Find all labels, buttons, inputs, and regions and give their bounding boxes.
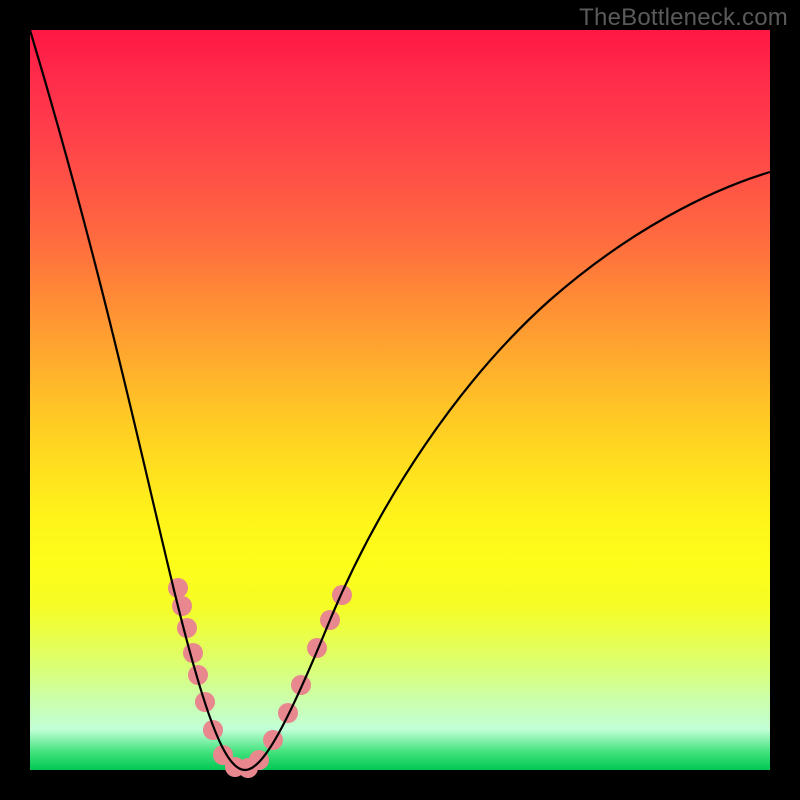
data-marker <box>307 638 327 658</box>
chart-frame: TheBottleneck.com <box>0 0 800 800</box>
bottleneck-curve <box>30 30 770 770</box>
data-marker <box>291 675 311 695</box>
chart-svg <box>30 30 770 770</box>
plot-area <box>30 30 770 770</box>
marker-layer <box>168 578 352 778</box>
data-marker <box>177 618 197 638</box>
data-marker <box>172 596 192 616</box>
watermark-text: TheBottleneck.com <box>579 4 788 32</box>
